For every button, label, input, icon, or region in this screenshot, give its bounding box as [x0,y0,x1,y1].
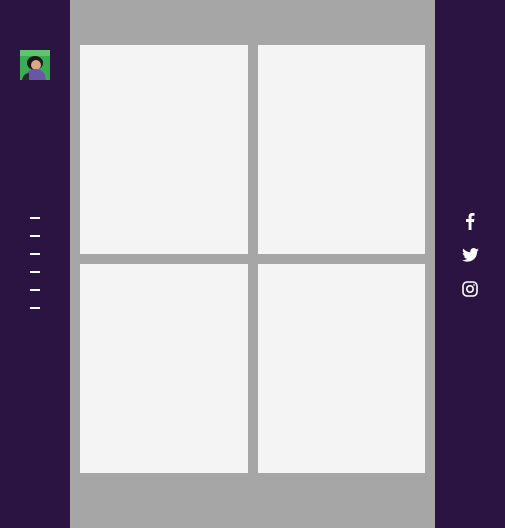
nav-item-4[interactable] [30,271,40,289]
nav-dash-icon [30,235,40,237]
twitter-link[interactable] [460,245,480,265]
right-sidebar [435,0,505,528]
left-sidebar [0,0,70,528]
nav-item-6[interactable] [30,307,40,325]
gallery-card-1[interactable] [80,45,248,254]
nav-item-3[interactable] [30,253,40,271]
facebook-link[interactable] [460,211,480,231]
nav-item-5[interactable] [30,289,40,307]
page [0,0,505,528]
nav-dash-icon [30,307,40,309]
gallery-grid [80,45,425,473]
nav-dash-icon [30,217,40,219]
user-avatar-icon [20,50,50,80]
nav-item-2[interactable] [30,235,40,253]
gallery-card-3[interactable] [80,264,248,473]
gallery-card-4[interactable] [258,264,425,473]
instagram-icon [462,281,478,297]
nav-dash-icon [30,253,40,255]
gallery-card-2[interactable] [258,45,425,254]
nav-dash-icon [30,289,40,291]
nav-menu [30,217,40,325]
instagram-link[interactable] [460,279,480,299]
nav-dash-icon [30,271,40,273]
twitter-icon [461,248,479,262]
facebook-icon [466,213,475,230]
avatar[interactable] [20,50,50,80]
nav-item-1[interactable] [30,217,40,235]
